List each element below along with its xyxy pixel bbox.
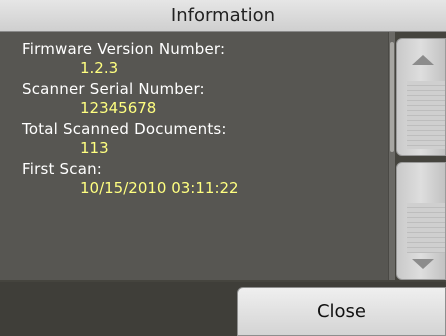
scroll-down-button[interactable] <box>396 162 446 280</box>
scroll-up-button[interactable] <box>396 38 446 156</box>
scrollbar-thumb[interactable] <box>390 42 394 152</box>
total-documents-label: Total Scanned Documents: <box>22 120 227 138</box>
close-button-label: Close <box>316 301 367 322</box>
close-button[interactable]: Close <box>237 287 446 336</box>
dialog-title: Information <box>0 0 446 32</box>
scrollbar-track[interactable] <box>388 32 395 280</box>
arrow-down-icon <box>412 259 434 269</box>
firmware-version-label: Firmware Version Number: <box>22 40 226 58</box>
scroll-down-grip <box>407 203 445 253</box>
serial-number-value: 12345678 <box>80 99 157 117</box>
scroll-up-grip <box>407 81 445 149</box>
info-list: Firmware Version Number: 1.2.3 Scanner S… <box>22 40 380 200</box>
serial-number-label: Scanner Serial Number: <box>22 80 205 98</box>
info-panel: Firmware Version Number: 1.2.3 Scanner S… <box>0 32 388 280</box>
first-scan-value: 10/15/2010 03:11:22 <box>80 179 239 197</box>
total-documents-value: 113 <box>80 139 109 157</box>
firmware-version-value: 1.2.3 <box>80 59 119 77</box>
dialog-title-text: Information <box>170 5 276 26</box>
arrow-up-icon <box>412 55 434 65</box>
first-scan-label: First Scan: <box>22 160 103 178</box>
